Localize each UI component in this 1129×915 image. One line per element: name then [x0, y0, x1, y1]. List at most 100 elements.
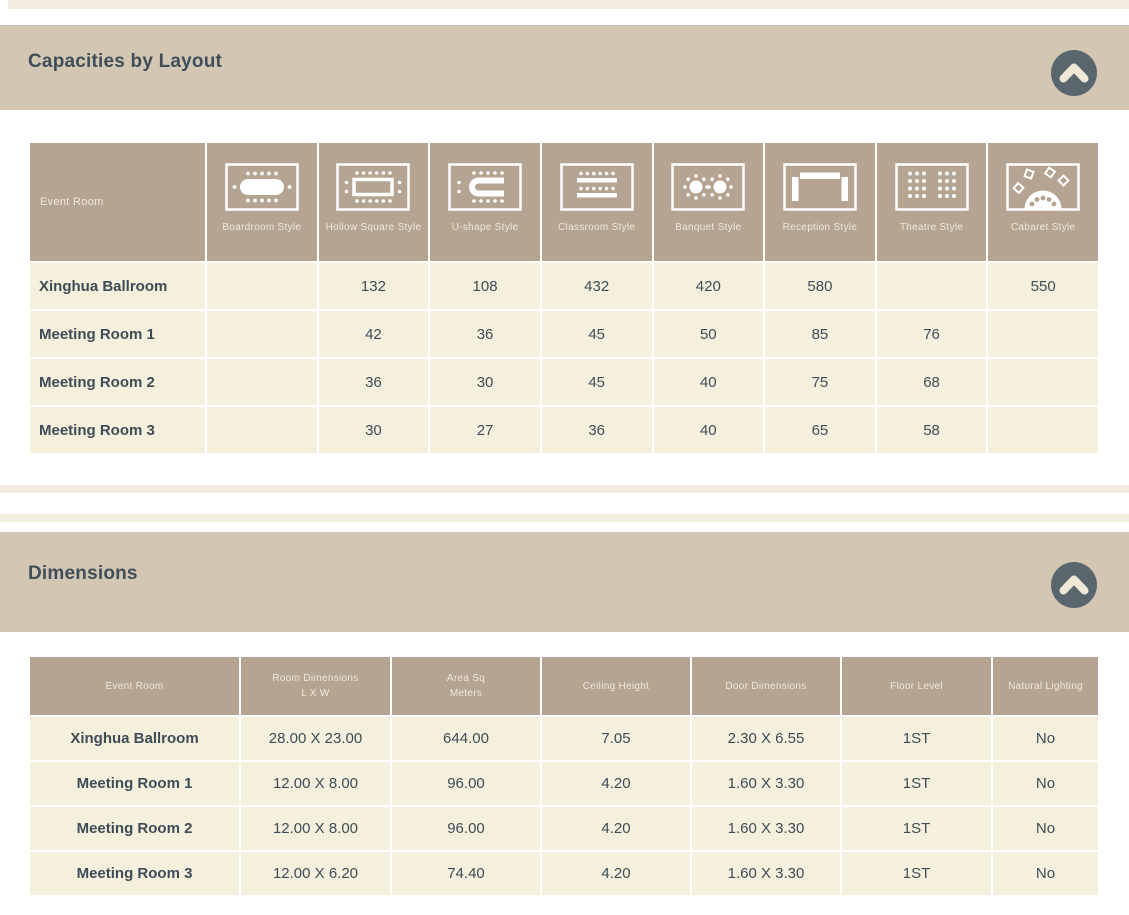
- chevron-up-icon: [1051, 50, 1097, 96]
- dimension-cell: 4.20: [542, 807, 690, 850]
- column-header-classroom: Classroom Style: [542, 143, 652, 261]
- dimension-cell: No: [993, 762, 1098, 805]
- room-name-cell: Xinghua Ballroom: [30, 263, 205, 309]
- capacity-cell: 432: [542, 263, 652, 309]
- banquet-style-icon: [671, 163, 745, 211]
- dimension-cell: 96.00: [392, 762, 540, 805]
- room-name-cell: Meeting Room 3: [30, 852, 239, 895]
- column-header-ceiling-height: Ceiling Height: [542, 657, 690, 715]
- room-name-cell: Meeting Room 1: [30, 311, 205, 357]
- dimension-cell: 28.00 X 23.00: [241, 717, 390, 760]
- cabaret-style-icon: [1006, 163, 1080, 211]
- capacity-cell: 420: [654, 263, 764, 309]
- column-header-u-shape: U-shape Style: [430, 143, 540, 261]
- capacities-scroll-top-button[interactable]: [1051, 50, 1097, 96]
- capacity-cell: [207, 359, 317, 405]
- capacity-cell: 30: [319, 407, 429, 453]
- capacities-section-header: Capacities by Layout: [0, 25, 1129, 110]
- capacity-cell: 108: [430, 263, 540, 309]
- column-header-area-sq-meters: Area SqMeters: [392, 657, 540, 715]
- dimension-cell: 1.60 X 3.30: [692, 852, 840, 895]
- divider-strip: [0, 514, 1129, 522]
- dimension-cell: 1ST: [842, 762, 991, 805]
- column-header-natural-lighting: Natural Lighting: [993, 657, 1098, 715]
- capacity-cell: 85: [765, 311, 875, 357]
- dimensions-scroll-top-button[interactable]: [1051, 562, 1097, 608]
- table-row: Meeting Room 2 36 30 45 40 75 68: [30, 359, 1098, 405]
- table-row: Meeting Room 3 12.00 X 6.20 74.40 4.20 1…: [30, 852, 1098, 895]
- capacity-cell: 50: [654, 311, 764, 357]
- capacity-cell: [207, 311, 317, 357]
- capacity-cell: [988, 359, 1098, 405]
- column-header-boardroom: Boardroom Style: [207, 143, 317, 261]
- capacity-cell: 550: [988, 263, 1098, 309]
- column-label: Cabaret Style: [988, 221, 1098, 234]
- capacities-table: Event Room Boardroom Style: [28, 141, 1100, 455]
- column-header-banquet: Banquet Style: [654, 143, 764, 261]
- column-header-event-room: Event Room: [30, 143, 205, 261]
- dimensions-header-row: Event Room Room DimensionsL X W Area SqM…: [30, 657, 1098, 715]
- dimension-cell: 644.00: [392, 717, 540, 760]
- dimensions-table: Event Room Room DimensionsL X W Area SqM…: [28, 655, 1100, 897]
- section-title-capacities: Capacities by Layout: [28, 51, 222, 73]
- dimension-cell: 12.00 X 6.20: [241, 852, 390, 895]
- u-shape-style-icon: [448, 163, 522, 211]
- dimension-cell: 7.05: [542, 717, 690, 760]
- dimensions-section-header: Dimensions: [0, 532, 1129, 632]
- capacity-cell: 75: [765, 359, 875, 405]
- dimension-cell: 2.30 X 6.55: [692, 717, 840, 760]
- capacity-cell: [988, 311, 1098, 357]
- dimension-cell: 74.40: [392, 852, 540, 895]
- dimension-cell: 1.60 X 3.30: [692, 762, 840, 805]
- dimension-cell: 1ST: [842, 807, 991, 850]
- dimension-cell: 4.20: [542, 852, 690, 895]
- capacity-cell: 65: [765, 407, 875, 453]
- column-header-reception: Reception Style: [765, 143, 875, 261]
- room-name-cell: Meeting Room 3: [30, 407, 205, 453]
- column-header-cabaret: Cabaret Style: [988, 143, 1098, 261]
- room-name-cell: Meeting Room 2: [30, 807, 239, 850]
- capacity-cell: 36: [430, 311, 540, 357]
- column-label: Hollow Square Style: [319, 221, 429, 234]
- table-row: Xinghua Ballroom 132 108 432 420 580 550: [30, 263, 1098, 309]
- capacity-cell: [207, 407, 317, 453]
- dimension-cell: 12.00 X 8.00: [241, 762, 390, 805]
- capacity-cell: 68: [877, 359, 987, 405]
- capacity-cell: 36: [542, 407, 652, 453]
- capacity-cell: 580: [765, 263, 875, 309]
- column-header-hollow-square: Hollow Square Style: [319, 143, 429, 261]
- section-title-dimensions: Dimensions: [28, 563, 138, 585]
- capacity-cell: 76: [877, 311, 987, 357]
- capacity-cell: [877, 263, 987, 309]
- capacity-cell: 132: [319, 263, 429, 309]
- table-row: Xinghua Ballroom 28.00 X 23.00 644.00 7.…: [30, 717, 1098, 760]
- room-name-cell: Meeting Room 1: [30, 762, 239, 805]
- column-label: Boardroom Style: [207, 221, 317, 234]
- capacity-cell: 42: [319, 311, 429, 357]
- table-row: Meeting Room 3 30 27 36 40 65 58: [30, 407, 1098, 453]
- capacity-cell: 36: [319, 359, 429, 405]
- dimension-cell: No: [993, 807, 1098, 850]
- top-divider-strip: [8, 0, 1129, 9]
- dimension-cell: 96.00: [392, 807, 540, 850]
- dimension-cell: 1ST: [842, 717, 991, 760]
- chevron-up-icon: [1051, 562, 1097, 608]
- hollow-square-style-icon: [336, 163, 410, 211]
- capacity-cell: 45: [542, 311, 652, 357]
- capacity-cell: [988, 407, 1098, 453]
- column-label: U-shape Style: [430, 221, 540, 234]
- classroom-style-icon: [560, 163, 634, 211]
- column-label: Banquet Style: [654, 221, 764, 234]
- dimension-cell: 1.60 X 3.30: [692, 807, 840, 850]
- dimension-cell: 12.00 X 8.00: [241, 807, 390, 850]
- capacity-cell: [207, 263, 317, 309]
- column-header-door-dimensions: Door Dimensions: [692, 657, 840, 715]
- column-header-room-dimensions: Room DimensionsL X W: [241, 657, 390, 715]
- column-header-floor-level: Floor Level: [842, 657, 991, 715]
- table-row: Meeting Room 1 42 36 45 50 85 76: [30, 311, 1098, 357]
- capacity-cell: 30: [430, 359, 540, 405]
- table-row: Meeting Room 1 12.00 X 8.00 96.00 4.20 1…: [30, 762, 1098, 805]
- dimension-cell: No: [993, 717, 1098, 760]
- dimension-cell: 4.20: [542, 762, 690, 805]
- capacity-cell: 27: [430, 407, 540, 453]
